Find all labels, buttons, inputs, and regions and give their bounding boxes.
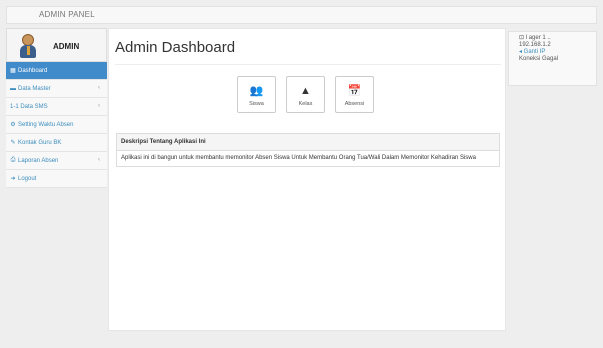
dashboard-icon: ▦ — [10, 68, 16, 74]
tile-siswa[interactable]: 👥 Siswa — [237, 76, 276, 113]
chevron-left-icon: ‹ — [98, 157, 100, 163]
main-content: Admin Dashboard 👥 Siswa ▲ Kelas 📅 Absens… — [108, 28, 506, 331]
sidebar-item-label: Dashboard — [18, 67, 48, 74]
calendar-icon: 📅 — [347, 85, 362, 97]
tile-kelas[interactable]: ▲ Kelas — [286, 76, 325, 113]
connection-status: Koneksi Gagal — [519, 56, 559, 62]
users-icon: 👥 — [249, 85, 264, 97]
print-icon: ⎙ — [10, 157, 16, 163]
sidebar-item-label: Kontak Guru BK — [18, 139, 62, 146]
page-title: Admin Dashboard — [115, 39, 236, 56]
tile-label: Absensi — [344, 101, 365, 107]
sidebar-item-kontak-guru-bk[interactable]: ✎ Kontak Guru BK — [6, 134, 107, 152]
change-ip-link[interactable]: ◂ Ganti IP — [519, 49, 596, 56]
sidebar-item-label: Logout — [18, 175, 37, 182]
panel-heading: Deskripsi Tentang Aplikasi Ini — [117, 134, 499, 151]
chevron-left-icon: ‹ — [98, 85, 100, 91]
bell-icon: ▲ — [300, 85, 311, 97]
title-divider — [115, 64, 501, 65]
tile-label: Kelas — [298, 101, 313, 107]
tile-absensi[interactable]: 📅 Absensi — [335, 76, 374, 113]
sidebar-item-label: Data Master — [18, 85, 51, 92]
sidebar-item-label: 1-1 Data SMS — [10, 103, 48, 110]
panel-body: Aplikasi ini di bangun untuk membantu me… — [121, 155, 476, 161]
user-name: ADMIN — [53, 42, 80, 51]
description-panel: Deskripsi Tentang Aplikasi Ini Aplikasi … — [116, 133, 500, 167]
sidebar-item-label: Setting Waktu Absen — [18, 121, 74, 128]
sidebar: ADMIN ▦ Dashboard ▬ Data Master ‹ 1-1 Da… — [6, 28, 107, 188]
gateway-label: ⊡ l ager 1 .. — [519, 35, 551, 41]
sidebar-item-data-master[interactable]: ▬ Data Master ‹ — [6, 80, 107, 98]
sidebar-item-data-sms[interactable]: 1-1 Data SMS ‹ — [6, 98, 107, 116]
folder-icon: ▬ — [10, 85, 16, 92]
sidebar-item-label: Laporan Absen — [18, 157, 59, 164]
sidebar-item-logout[interactable]: ➜ Logout — [6, 170, 107, 188]
edit-icon: ✎ — [10, 140, 16, 146]
gateway-status-box: ⊡ l ager 1 .. 192.168.1.2 ◂ Ganti IP Kon… — [508, 31, 597, 86]
chevron-left-icon: ‹ — [98, 103, 100, 109]
tile-label: Siswa — [249, 101, 264, 107]
brand-title[interactable]: ADMIN PANEL — [39, 10, 95, 19]
avatar — [19, 33, 37, 59]
user-panel: ADMIN — [6, 28, 107, 62]
gateway-ip: 192.168.1.2 — [519, 42, 551, 48]
top-navbar: ADMIN PANEL — [6, 6, 597, 24]
logout-icon: ➜ — [10, 176, 16, 182]
gear-icon: ⚙ — [10, 122, 16, 128]
sidebar-item-laporan-absen[interactable]: ⎙ Laporan Absen ‹ — [6, 152, 107, 170]
sidebar-item-dashboard[interactable]: ▦ Dashboard — [6, 62, 107, 80]
sidebar-item-setting-waktu-absen[interactable]: ⚙ Setting Waktu Absen — [6, 116, 107, 134]
